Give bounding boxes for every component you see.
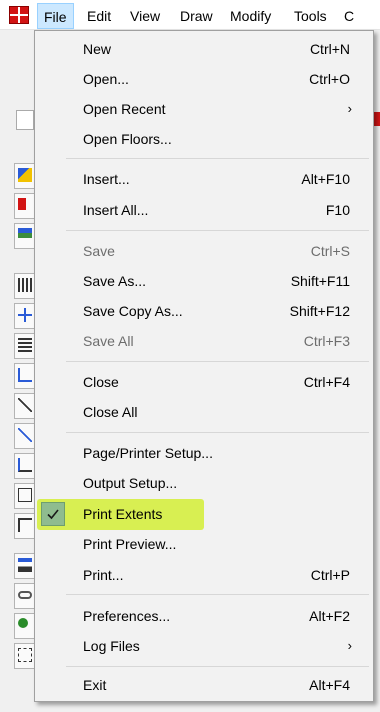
menu-item-insert[interactable]: Insert... Alt+F10	[36, 166, 372, 192]
menu-separator	[66, 361, 369, 362]
menu-item-log-files[interactable]: Log Files ›	[36, 633, 372, 659]
menu-separator	[66, 230, 369, 231]
menu-item-insert-all[interactable]: Insert All... F10	[36, 197, 372, 223]
tool-dots-icon[interactable]	[14, 333, 36, 359]
menu-item-label: Save All	[83, 333, 134, 349]
menu-item-label: New	[83, 41, 112, 57]
tool-line2-icon[interactable]	[14, 423, 36, 449]
menu-item-exit[interactable]: Exit Alt+F4	[36, 672, 372, 698]
menu-c[interactable]: C	[344, 6, 354, 26]
menu-item-label: Open...	[83, 71, 129, 87]
menu-item-label: Close All	[83, 404, 138, 420]
tool-stack-icon[interactable]	[14, 553, 36, 579]
menu-modify[interactable]: Modify	[230, 6, 271, 26]
menu-tools[interactable]: Tools	[294, 6, 327, 26]
tool-select-icon[interactable]	[14, 163, 36, 189]
menu-item-new[interactable]: New Ctrl+N	[36, 36, 372, 62]
menu-item-shortcut: Ctrl+N	[309, 41, 350, 57]
menu-item-shortcut: Ctrl+O	[309, 71, 350, 87]
menu-item-output-setup[interactable]: Output Setup...	[36, 470, 372, 496]
menu-item-print-extents[interactable]: Print Extents	[36, 499, 372, 530]
menu-item-label: Exit	[83, 677, 107, 693]
chevron-right-icon: ›	[347, 101, 352, 116]
menu-view[interactable]: View	[130, 6, 160, 26]
tool-document-icon[interactable]	[14, 483, 36, 509]
tool-chart-icon[interactable]	[14, 363, 36, 389]
tool-layers-icon[interactable]	[14, 613, 36, 639]
menu-item-label: Preferences...	[83, 608, 171, 624]
menu-item-print[interactable]: Print... Ctrl+P	[36, 562, 372, 588]
checkmark-icon	[41, 502, 65, 526]
menu-item-shortcut: Alt+F10	[301, 171, 350, 187]
menu-separator	[66, 158, 369, 159]
menu-separator	[66, 666, 369, 667]
menu-item-save-as[interactable]: Save As... Shift+F11	[36, 268, 372, 294]
tool-link-icon[interactable]	[14, 583, 36, 609]
menu-item-label: Open Recent	[83, 101, 166, 117]
menu-item-preferences[interactable]: Preferences... Alt+F2	[36, 603, 372, 629]
chevron-right-icon: ›	[347, 638, 352, 653]
file-menu-dropdown: New Ctrl+N Open... Ctrl+O Open Recent › …	[34, 30, 374, 702]
menu-item-open-recent[interactable]: Open Recent ›	[36, 96, 372, 122]
menu-item-save-all[interactable]: Save All Ctrl+F3	[36, 328, 372, 354]
menu-item-label: Insert...	[83, 171, 130, 187]
menu-item-label: Save	[83, 243, 115, 259]
menu-edit[interactable]: Edit	[87, 6, 111, 26]
tool-bracket-icon[interactable]	[14, 513, 36, 539]
tool-crosshair-icon[interactable]	[14, 303, 36, 329]
menu-item-page-printer-setup[interactable]: Page/Printer Setup...	[36, 440, 372, 466]
menu-item-save[interactable]: Save Ctrl+S	[36, 238, 372, 264]
menu-item-shortcut: Alt+F2	[309, 608, 350, 624]
tool-red-marker-icon[interactable]	[14, 193, 36, 219]
menu-item-label: Print Extents	[83, 506, 163, 522]
tool-connector-icon[interactable]	[14, 453, 36, 479]
app-logo-icon[interactable]	[9, 6, 29, 24]
menu-item-shortcut: Ctrl+F3	[303, 333, 350, 349]
menu-item-label: Page/Printer Setup...	[83, 445, 213, 461]
menu-file[interactable]: File	[37, 3, 74, 29]
menu-item-label: Print Preview...	[83, 536, 177, 552]
menu-item-shortcut: Shift+F12	[289, 303, 350, 319]
menu-item-label: Insert All...	[83, 202, 149, 218]
menu-separator	[66, 594, 369, 595]
menu-item-open-floors[interactable]: Open Floors...	[36, 126, 372, 152]
toolbar-tool-icon[interactable]	[16, 110, 34, 130]
menu-item-open[interactable]: Open... Ctrl+O	[36, 66, 372, 92]
tool-page-icon[interactable]	[14, 643, 36, 669]
menu-separator	[66, 432, 369, 433]
menu-item-label: Output Setup...	[83, 475, 178, 491]
menu-item-save-copy-as[interactable]: Save Copy As... Shift+F12	[36, 298, 372, 324]
menu-item-label: Log Files	[83, 638, 140, 654]
menu-item-label: Close	[83, 374, 119, 390]
menu-item-shortcut: Ctrl+P	[310, 567, 350, 583]
tool-line-icon[interactable]	[14, 393, 36, 419]
tool-grid-icon[interactable]	[14, 273, 36, 299]
menu-draw[interactable]: Draw	[180, 6, 213, 26]
tool-shape-icon[interactable]	[14, 223, 36, 249]
menu-item-label: Open Floors...	[83, 131, 172, 147]
menu-item-print-preview[interactable]: Print Preview...	[36, 531, 372, 557]
menu-item-shortcut: Ctrl+S	[310, 243, 350, 259]
menu-item-shortcut: Ctrl+F4	[303, 374, 350, 390]
menu-item-close-all[interactable]: Close All	[36, 399, 372, 425]
menu-item-shortcut: Alt+F4	[309, 677, 350, 693]
menu-item-shortcut: F10	[325, 202, 350, 218]
menu-item-label: Save As...	[83, 273, 147, 289]
menu-item-close[interactable]: Close Ctrl+F4	[36, 369, 372, 395]
menu-item-label: Save Copy As...	[83, 303, 183, 319]
menu-item-shortcut: Shift+F11	[290, 273, 350, 289]
menu-bar: File Edit View Draw Modify Tools C	[0, 0, 380, 30]
menu-item-label: Print...	[83, 567, 124, 583]
